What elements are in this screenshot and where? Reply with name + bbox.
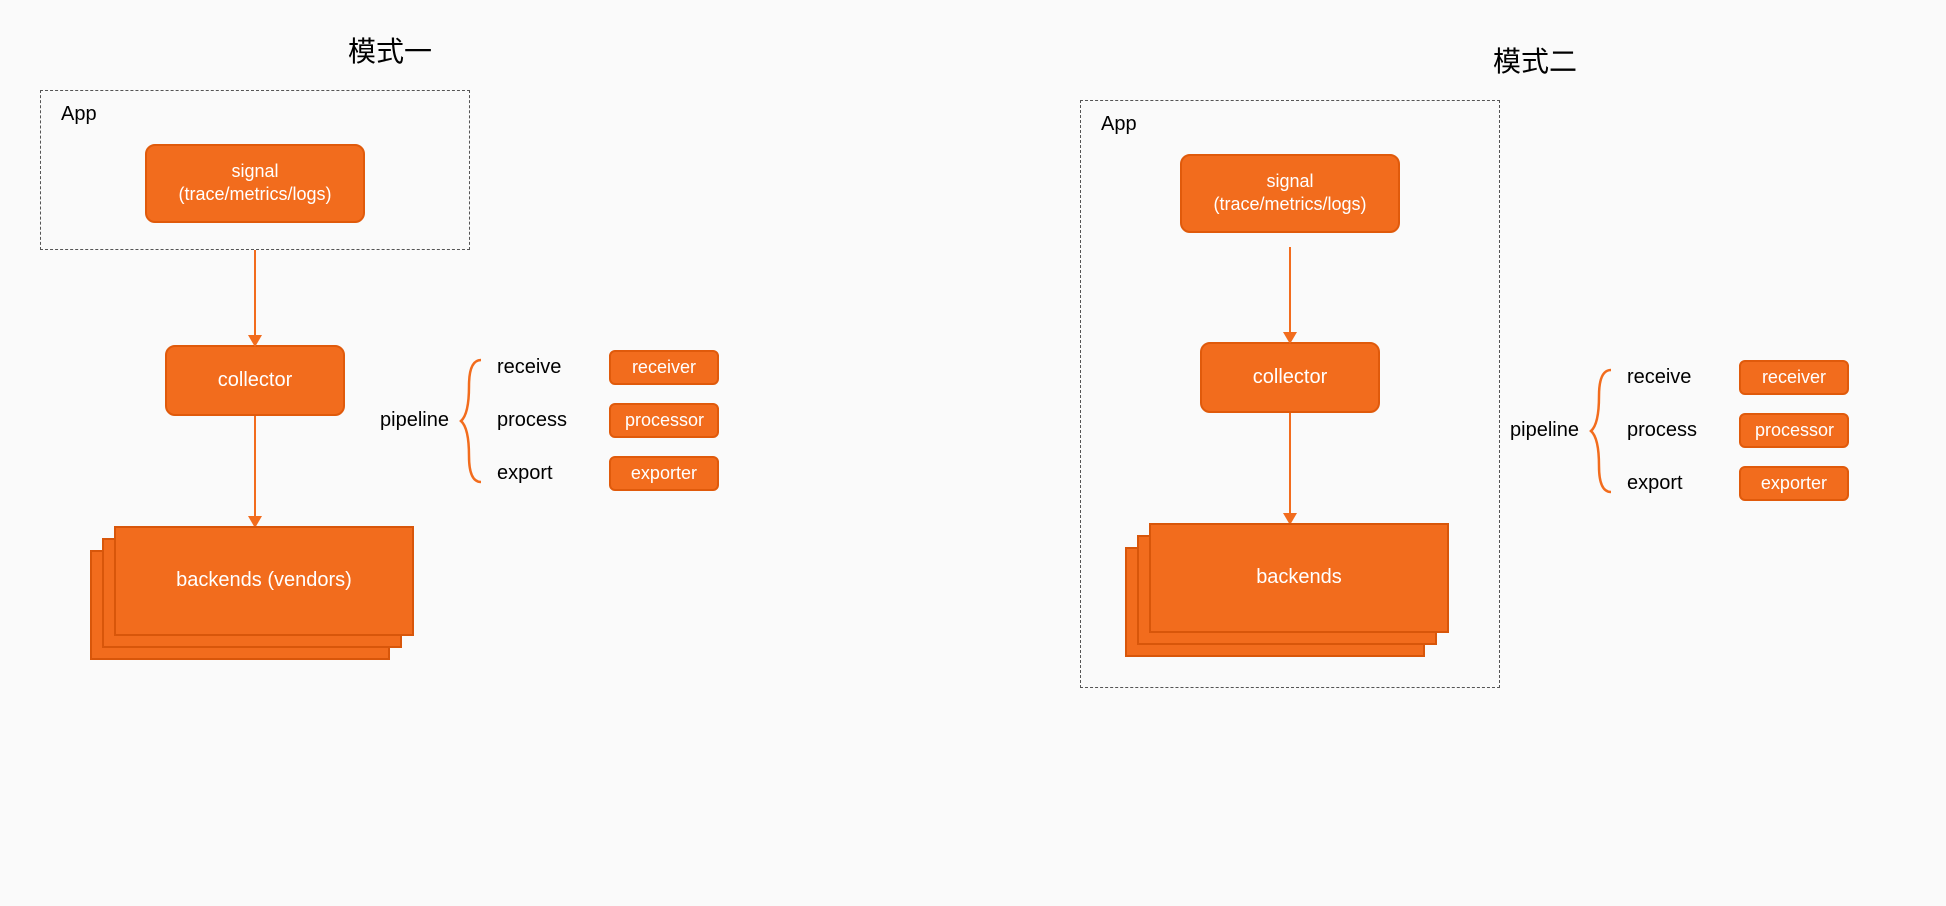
arrow-down-icon: [1289, 247, 1291, 342]
signal-line1: signal: [1206, 170, 1374, 193]
stage-verb: process: [1627, 419, 1717, 442]
curly-brace-icon: [459, 356, 487, 486]
signal-line2: (trace/metrics/logs): [171, 183, 339, 206]
curly-brace-icon: [1589, 366, 1617, 496]
collector-label: collector: [1253, 366, 1327, 388]
stage-verb: receive: [497, 356, 587, 379]
arrow-down-icon: [254, 250, 256, 345]
stage-chip-processor: processor: [609, 403, 719, 438]
mode-2-stage-list: receive receiver process processor expor…: [1627, 360, 1849, 501]
mode-1-container: 模式一 App signal (trace/metrics/logs) coll…: [40, 30, 740, 666]
mode-2-flow-column: signal (trace/metrics/logs) collector ba…: [1097, 154, 1483, 663]
backend-card-front: backends: [1149, 523, 1449, 633]
stage-verb: receive: [1627, 366, 1717, 389]
stage-export-row: export exporter: [1627, 466, 1849, 501]
stage-export-row: export exporter: [497, 456, 719, 491]
mode-1-collector-box: collector: [165, 345, 345, 416]
mode-2-container: 模式二 App signal (trace/metrics/logs) coll…: [1080, 40, 1900, 688]
stage-receive-row: receive receiver: [1627, 360, 1849, 395]
signal-line2: (trace/metrics/logs): [1206, 193, 1374, 216]
mode-2-pipeline: pipeline receive receiver process proces…: [1510, 360, 1849, 501]
collector-label: collector: [218, 369, 292, 391]
backend-card-front: backends (vendors): [114, 526, 414, 636]
mode-1-backends-stack: backends (vendors): [90, 526, 420, 666]
stage-verb: export: [497, 462, 587, 485]
stage-process-row: process processor: [497, 403, 719, 438]
stage-process-row: process processor: [1627, 413, 1849, 448]
stage-chip-receiver: receiver: [1739, 360, 1849, 395]
mode-1-signal-box: signal (trace/metrics/logs): [145, 144, 365, 223]
stage-chip-exporter: exporter: [1739, 466, 1849, 501]
mode-1-pipeline: pipeline receive receiver process proces…: [380, 350, 719, 491]
signal-line1: signal: [171, 160, 339, 183]
stage-chip-processor: processor: [1739, 413, 1849, 448]
pipeline-label: pipeline: [380, 409, 449, 432]
mode-1-title: 模式一: [40, 30, 740, 70]
stage-receive-row: receive receiver: [497, 350, 719, 385]
mode-1-app-box: App signal (trace/metrics/logs): [40, 90, 470, 250]
mode-1-app-label: App: [61, 103, 453, 126]
arrow-down-icon: [254, 416, 256, 526]
stage-verb: export: [1627, 472, 1717, 495]
stage-chip-receiver: receiver: [609, 350, 719, 385]
mode-2-title: 模式二: [1170, 40, 1900, 80]
mode-1-stage-list: receive receiver process processor expor…: [497, 350, 719, 491]
mode-2-collector-box: collector: [1200, 342, 1380, 413]
pipeline-label: pipeline: [1510, 419, 1579, 442]
backends-label: backends: [1256, 566, 1342, 589]
stage-chip-exporter: exporter: [609, 456, 719, 491]
arrow-down-icon: [1289, 413, 1291, 523]
mode-2-app-box: App signal (trace/metrics/logs) collecto…: [1080, 100, 1500, 688]
mode-2-signal-box: signal (trace/metrics/logs): [1180, 154, 1400, 233]
backends-label: backends (vendors): [176, 569, 352, 592]
mode-2-backends-stack: backends: [1125, 523, 1455, 663]
stage-verb: process: [497, 409, 587, 432]
mode-2-app-label: App: [1101, 113, 1483, 136]
